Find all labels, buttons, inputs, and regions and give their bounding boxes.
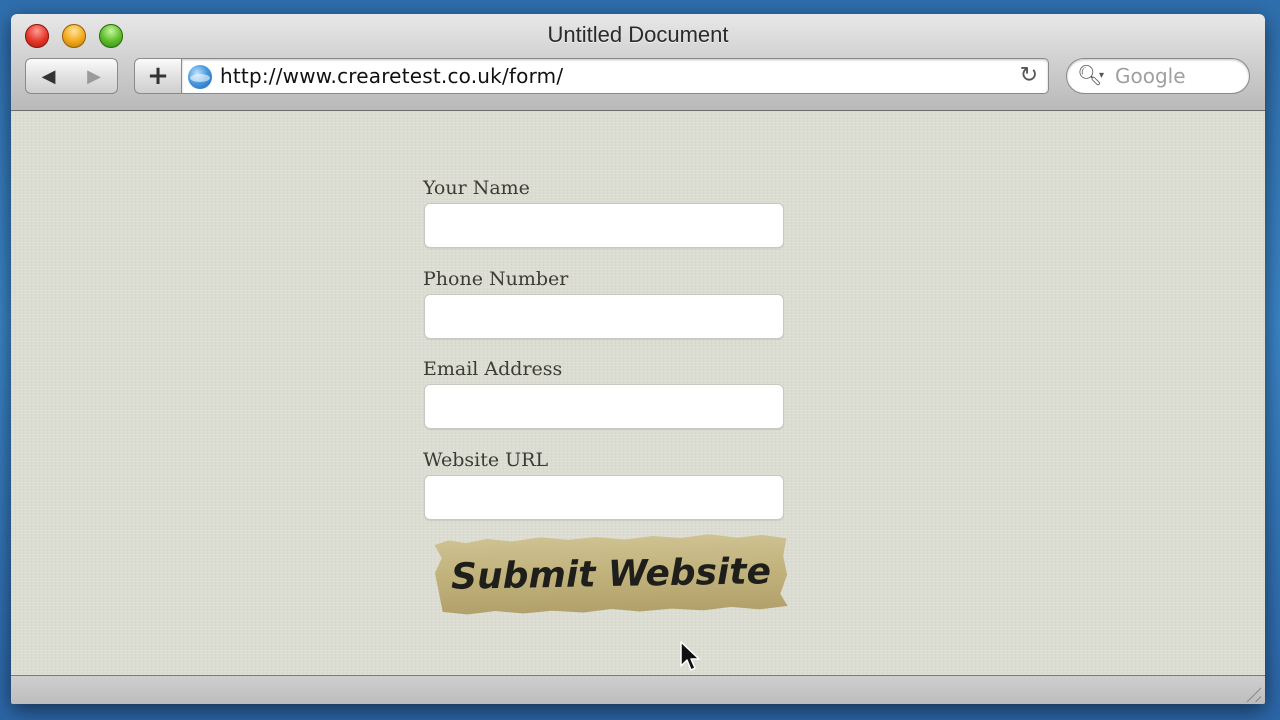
plus-icon: + — [147, 61, 169, 91]
back-button[interactable]: ◀ — [25, 58, 72, 94]
email-address-input[interactable] — [424, 384, 784, 429]
search-menu-caret-icon[interactable]: ▾ — [1099, 70, 1104, 81]
back-arrow-icon: ◀ — [41, 65, 56, 87]
address-bar[interactable]: http://www.crearetest.co.uk/form/ ↻ — [181, 58, 1049, 94]
email-address-label: Email Address — [423, 358, 563, 380]
your-name-input[interactable] — [424, 203, 784, 248]
website-url-label: Website URL — [423, 449, 549, 471]
mouse-pointer-icon — [680, 641, 700, 671]
phone-number-label: Phone Number — [423, 268, 569, 290]
window-title: Untitled Document — [547, 22, 729, 47]
website-url-input[interactable] — [424, 475, 784, 520]
browser-window: Untitled Document ◀ ▶ + http://www.crear… — [11, 14, 1265, 704]
phone-number-input[interactable] — [424, 294, 784, 339]
address-url-text[interactable]: http://www.crearetest.co.uk/form/ — [220, 64, 563, 88]
add-bookmark-button[interactable]: + — [134, 58, 182, 94]
browser-toolbar: Untitled Document ◀ ▶ + http://www.crear… — [11, 14, 1265, 111]
forward-button[interactable]: ▶ — [71, 58, 118, 94]
status-bar — [11, 675, 1265, 704]
resize-grip-icon[interactable] — [1243, 684, 1261, 702]
search-input[interactable] — [1115, 63, 1241, 89]
globe-icon — [188, 65, 212, 89]
forward-arrow-icon: ▶ — [87, 65, 101, 87]
submit-website-button[interactable]: Submit Website — [434, 533, 787, 615]
reload-icon[interactable]: ↻ — [1020, 63, 1038, 88]
search-field[interactable]: 🔍︎ ▾ — [1066, 58, 1250, 94]
your-name-label: Your Name — [423, 177, 530, 199]
page-content: Your Name Phone Number Email Address Web… — [11, 111, 1265, 675]
